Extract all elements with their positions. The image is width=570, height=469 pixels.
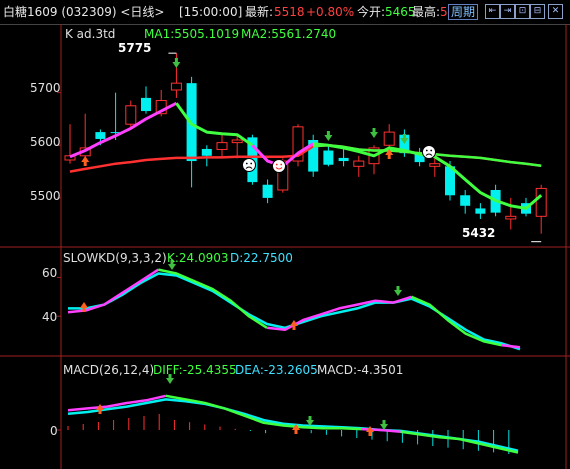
buy-arrow-icon (81, 156, 90, 166)
macd-diff-line-green (165, 394, 362, 431)
candle-body (216, 142, 228, 150)
buy-arrow-icon (290, 320, 298, 330)
kd-d-label: D:22.7500 (230, 251, 293, 265)
candle-body (125, 105, 137, 125)
face-circle (242, 158, 256, 172)
candle-body (353, 160, 365, 167)
y-tick-label: 5600 (30, 135, 61, 149)
high-marker-label: 5775 (118, 41, 152, 55)
ma2-label: MA2:5561.2740 (241, 27, 337, 41)
candle-body (262, 184, 273, 198)
sell-arrow-icon (324, 131, 333, 141)
face-eye (425, 149, 428, 152)
candle-body (505, 215, 517, 220)
kd-indicator-label: SLOWKD(9,3,3,2) (63, 251, 167, 265)
candle-body (201, 148, 212, 156)
macd-dea-label: DEA:-23.2605 (235, 363, 318, 377)
face-eye (250, 162, 253, 165)
kd-plot (57, 260, 521, 351)
ma1-label: MA1:5505.1019 (144, 27, 240, 41)
smiley-face-icon (272, 159, 286, 173)
sell-arrow-icon (394, 286, 402, 296)
y-tick-label: 60 (42, 266, 58, 280)
candle-body (141, 97, 151, 112)
kd-k-line-magenta (501, 344, 521, 349)
buy-arrow-icon (96, 404, 104, 414)
candle-body (95, 132, 106, 139)
candle-body (323, 150, 334, 165)
candle-body (429, 163, 441, 167)
macd-indicator-label: MACD(26,12,4) (63, 363, 155, 377)
y-tick-label: 0 (50, 424, 58, 438)
candle-body (231, 139, 243, 144)
kd-k-label: K:24.0903 (167, 251, 229, 265)
y-tick-label: 5700 (30, 81, 61, 95)
sell-arrow-icon (370, 128, 378, 138)
macd-diff-line-green (400, 430, 519, 454)
low-marker-label: 5432 (462, 226, 496, 240)
candle-body (383, 131, 395, 146)
macd-diff-label: DIFF:-25.4355 (153, 363, 237, 377)
macd-value-label: MACD:-4.3501 (317, 363, 404, 377)
sad-face-icon (242, 158, 256, 172)
main-indicator-label: K ad.3td (65, 27, 116, 41)
candlestick-plot (57, 52, 547, 243)
face-eye (245, 162, 248, 165)
face-eye (280, 163, 283, 166)
macd-dea-line (67, 398, 519, 452)
candle-body (338, 157, 349, 162)
sad-face-icon (422, 145, 436, 159)
face-eye (275, 163, 278, 166)
face-eye (430, 149, 433, 152)
face-circle (422, 145, 436, 159)
candle-body (170, 82, 182, 91)
sell-arrow-icon (172, 58, 181, 68)
sell-arrow-icon (380, 420, 388, 430)
candle-body (475, 208, 486, 214)
candle-body (460, 195, 471, 206)
kd-k-line-green (158, 268, 268, 329)
y-tick-label: 5500 (30, 189, 61, 203)
face-circle (272, 159, 286, 173)
y-tick-label: 40 (42, 310, 58, 324)
ma1-line-magenta (69, 101, 178, 159)
macd-plot (57, 374, 519, 454)
candle-body (535, 187, 547, 217)
